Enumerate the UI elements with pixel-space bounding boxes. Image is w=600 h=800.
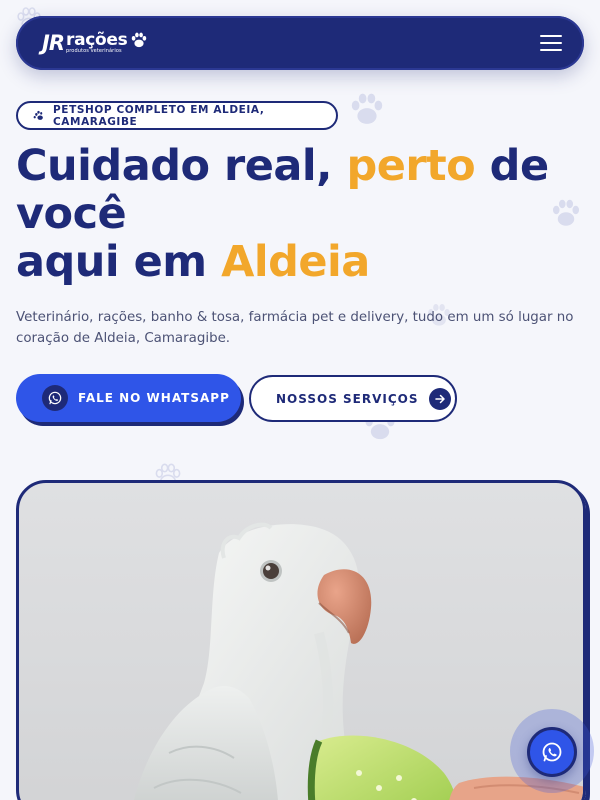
headline-highlight: Aldeia (221, 237, 370, 287)
paw-icon (32, 109, 45, 122)
logo-name: rações (65, 30, 128, 50)
headline-highlight: perto (346, 141, 476, 191)
services-button-label: NOSSOS SERVIÇOS (276, 391, 419, 406)
hero-description: Veterinário, rações, banho & tosa, farmá… (16, 310, 574, 346)
paw-icon (129, 30, 149, 54)
page-title: Cuidado real, perto de você aqui em Alde… (16, 141, 549, 287)
whatsapp-button-label: FALE NO WHATSAPP (78, 391, 230, 405)
arrow-right-icon (428, 387, 451, 410)
floating-whatsapp-button[interactable] (527, 727, 577, 777)
whatsapp-icon (42, 385, 68, 411)
whatsapp-button[interactable]: FALE NO WHATSAPP (16, 374, 241, 422)
top-navbar: JR rações produtos veterinários (16, 16, 584, 70)
background-paw-icon (346, 88, 388, 130)
badge-text: PETSHOP COMPLETO EM ALDEIA, CAMARAGIBE (53, 103, 265, 128)
logo-tagline: produtos veterinários (65, 48, 122, 54)
brand-logo[interactable]: JR rações produtos veterinários (42, 32, 149, 54)
services-button[interactable]: NOSSOS SERVIÇOS (249, 375, 457, 422)
parrot-photo (133, 522, 583, 800)
location-badge: PETSHOP COMPLETO EM ALDEIA, CAMARAGIBE (16, 101, 338, 130)
whatsapp-icon (540, 740, 564, 764)
hero-image (16, 480, 586, 800)
hamburger-menu-icon[interactable] (540, 35, 562, 51)
logo-mark: JR (42, 30, 65, 55)
